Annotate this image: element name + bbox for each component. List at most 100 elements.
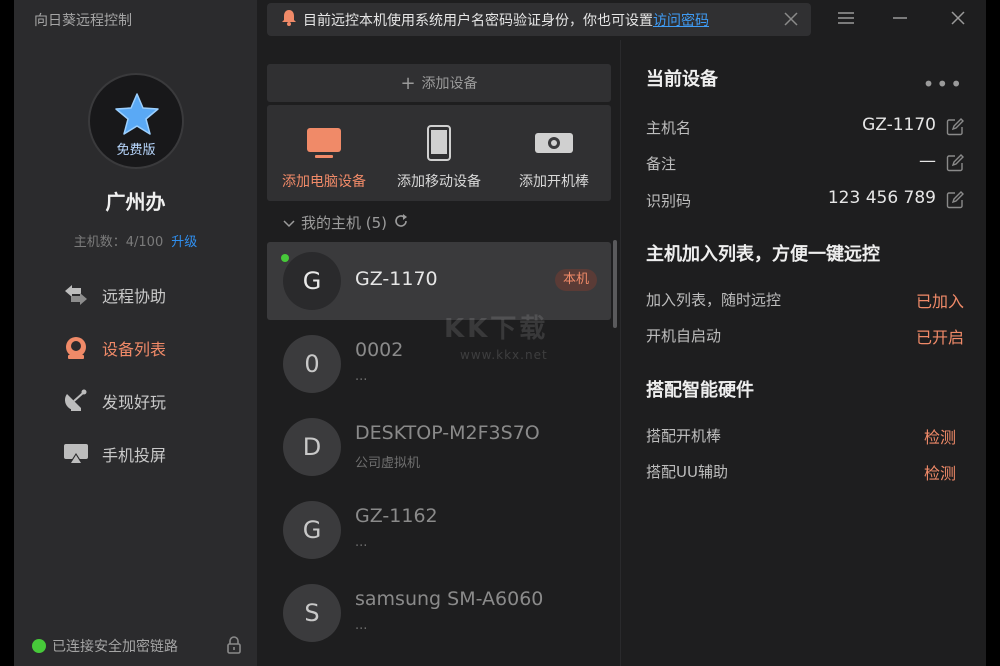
boot-stick-detect-button[interactable]: 检测 (924, 424, 956, 448)
sidebar-item-label: 设备列表 (102, 336, 166, 360)
group-header[interactable]: 我的主机 (5) (283, 212, 409, 233)
edit-icon[interactable] (946, 118, 964, 140)
plan-label: 免费版 (90, 139, 182, 158)
remote-assist-icon (62, 281, 90, 309)
note-value: — (919, 151, 936, 171)
join-list-label: 加入列表，随时远控 (646, 289, 781, 310)
sidebar-item-remote-assist[interactable]: 远程协助 (62, 280, 166, 310)
add-option-label: 添加电脑设备 (267, 171, 381, 191)
close-window-icon[interactable] (948, 8, 968, 28)
host-count-label: 主机数：4/100 (74, 235, 163, 250)
boot-stick-label: 搭配开机棒 (646, 425, 721, 446)
add-device-button[interactable]: + 添加设备 (267, 64, 611, 102)
menu-icon[interactable] (836, 8, 856, 28)
phone-icon (382, 125, 496, 161)
join-list-row: 加入列表，随时远控 已加入 (646, 287, 964, 311)
close-icon[interactable] (783, 11, 799, 31)
section-title-list: 主机加入列表，方便一键远控 (646, 240, 880, 266)
access-password-link[interactable]: 访问密码 (653, 10, 709, 30)
notification-text: 目前远控本机使用系统用户名密码验证身份，你也可设置 (303, 10, 653, 30)
online-indicator (281, 254, 289, 262)
watermark: KK下载 (444, 308, 548, 345)
device-name: GZ-1170 (355, 268, 438, 290)
device-avatar: S (283, 584, 341, 642)
host-name-label: 主机名 (646, 117, 691, 138)
device-avatar: 0 (283, 335, 341, 393)
join-list-status[interactable]: 已加入 (916, 288, 964, 312)
sidebar-item-label: 发现好玩 (102, 389, 166, 413)
add-device-label: 添加设备 (422, 73, 478, 93)
device-name: 0002 (355, 339, 403, 361)
scrollbar[interactable] (613, 240, 617, 328)
host-count: 主机数：4/100 升级 (14, 231, 257, 250)
device-row[interactable]: G GZ-1162 ... (267, 491, 611, 569)
device-note: ... (355, 369, 367, 384)
add-device-options: 添加电脑设备 添加移动设备 添加开机棒 (267, 105, 611, 201)
id-code-row: 识别码 123 456 789 (646, 188, 964, 212)
device-name: samsung SM-A6060 (355, 588, 543, 610)
app-title: 向日葵远程控制 (34, 10, 132, 30)
device-note: ... (355, 618, 367, 633)
refresh-icon[interactable] (393, 213, 409, 233)
uu-assist-row: 搭配UU辅助 检测 (646, 459, 964, 483)
plus-icon: + (400, 73, 415, 94)
status-text: 已连接安全加密链路 (52, 636, 178, 656)
sidebar-item-device-list[interactable]: 设备列表 (62, 333, 166, 363)
boot-stick-icon (497, 125, 611, 161)
bell-icon (281, 9, 297, 30)
local-badge: 本机 (555, 269, 597, 291)
connection-status: 已连接安全加密链路 (32, 636, 242, 656)
section-title-hardware: 搭配智能硬件 (646, 376, 754, 402)
uu-assist-detect-button[interactable]: 检测 (924, 460, 956, 484)
org-name: 广州办 (14, 186, 257, 215)
divider (620, 40, 621, 666)
device-row[interactable]: S samsung SM-A6060 ... (267, 574, 611, 652)
autostart-row: 开机自启动 已开启 (646, 323, 964, 347)
minimize-icon[interactable] (890, 8, 910, 28)
autostart-label: 开机自启动 (646, 325, 721, 346)
device-list-icon (62, 334, 90, 362)
id-code-label: 识别码 (646, 190, 691, 211)
group-label: 我的主机 (5) (301, 212, 387, 233)
host-name-row: 主机名 GZ-1170 (646, 115, 964, 139)
monitor-icon (267, 125, 381, 161)
note-label: 备注 (646, 153, 676, 174)
device-note: 公司虚拟机 (355, 452, 420, 471)
sidebar-item-discover[interactable]: 发现好玩 (62, 386, 166, 416)
edit-icon[interactable] (946, 154, 964, 176)
device-name: DESKTOP-M2F3S7O (355, 422, 540, 444)
watermark-url: www.kkx.net (460, 348, 548, 362)
add-boot-stick-button[interactable]: 添加开机棒 (497, 105, 611, 201)
device-name: GZ-1162 (355, 505, 438, 527)
add-mobile-button[interactable]: 添加移动设备 (382, 105, 496, 201)
section-title-current: 当前设备 (646, 65, 718, 91)
discover-icon (62, 387, 90, 415)
device-avatar: G (283, 252, 341, 310)
lock-icon[interactable] (226, 636, 242, 658)
device-row[interactable]: 0 0002 ... (267, 325, 611, 403)
more-icon[interactable]: ••• (923, 72, 964, 96)
avatar[interactable]: 免费版 (88, 73, 184, 169)
add-computer-button[interactable]: 添加电脑设备 (267, 105, 381, 201)
sidebar-item-label: 远程协助 (102, 283, 166, 307)
id-code-value: 123 456 789 (828, 188, 936, 208)
sidebar-item-screen-cast[interactable]: 手机投屏 (62, 439, 166, 469)
uu-assist-label: 搭配UU辅助 (646, 461, 728, 482)
device-row[interactable]: D DESKTOP-M2F3S7O 公司虚拟机 (267, 408, 611, 486)
edit-icon[interactable] (946, 191, 964, 213)
star-icon (115, 93, 159, 135)
device-avatar: G (283, 501, 341, 559)
autostart-status[interactable]: 已开启 (916, 324, 964, 348)
upgrade-link[interactable]: 升级 (171, 235, 197, 250)
add-option-label: 添加开机棒 (497, 171, 611, 191)
status-dot (32, 639, 46, 653)
screen-cast-icon (62, 440, 90, 468)
host-name-value: GZ-1170 (862, 115, 936, 135)
sidebar: 向日葵远程控制 免费版 广州办 主机数：4/100 升级 远程协助 设备列表 (14, 0, 257, 666)
device-avatar: D (283, 418, 341, 476)
chevron-down-icon (283, 214, 295, 232)
device-row[interactable]: G GZ-1170 本机 (267, 242, 611, 320)
app-window: 向日葵远程控制 免费版 广州办 主机数：4/100 升级 远程协助 设备列表 (14, 0, 986, 666)
note-row: 备注 — (646, 151, 964, 175)
sidebar-item-label: 手机投屏 (102, 442, 166, 466)
